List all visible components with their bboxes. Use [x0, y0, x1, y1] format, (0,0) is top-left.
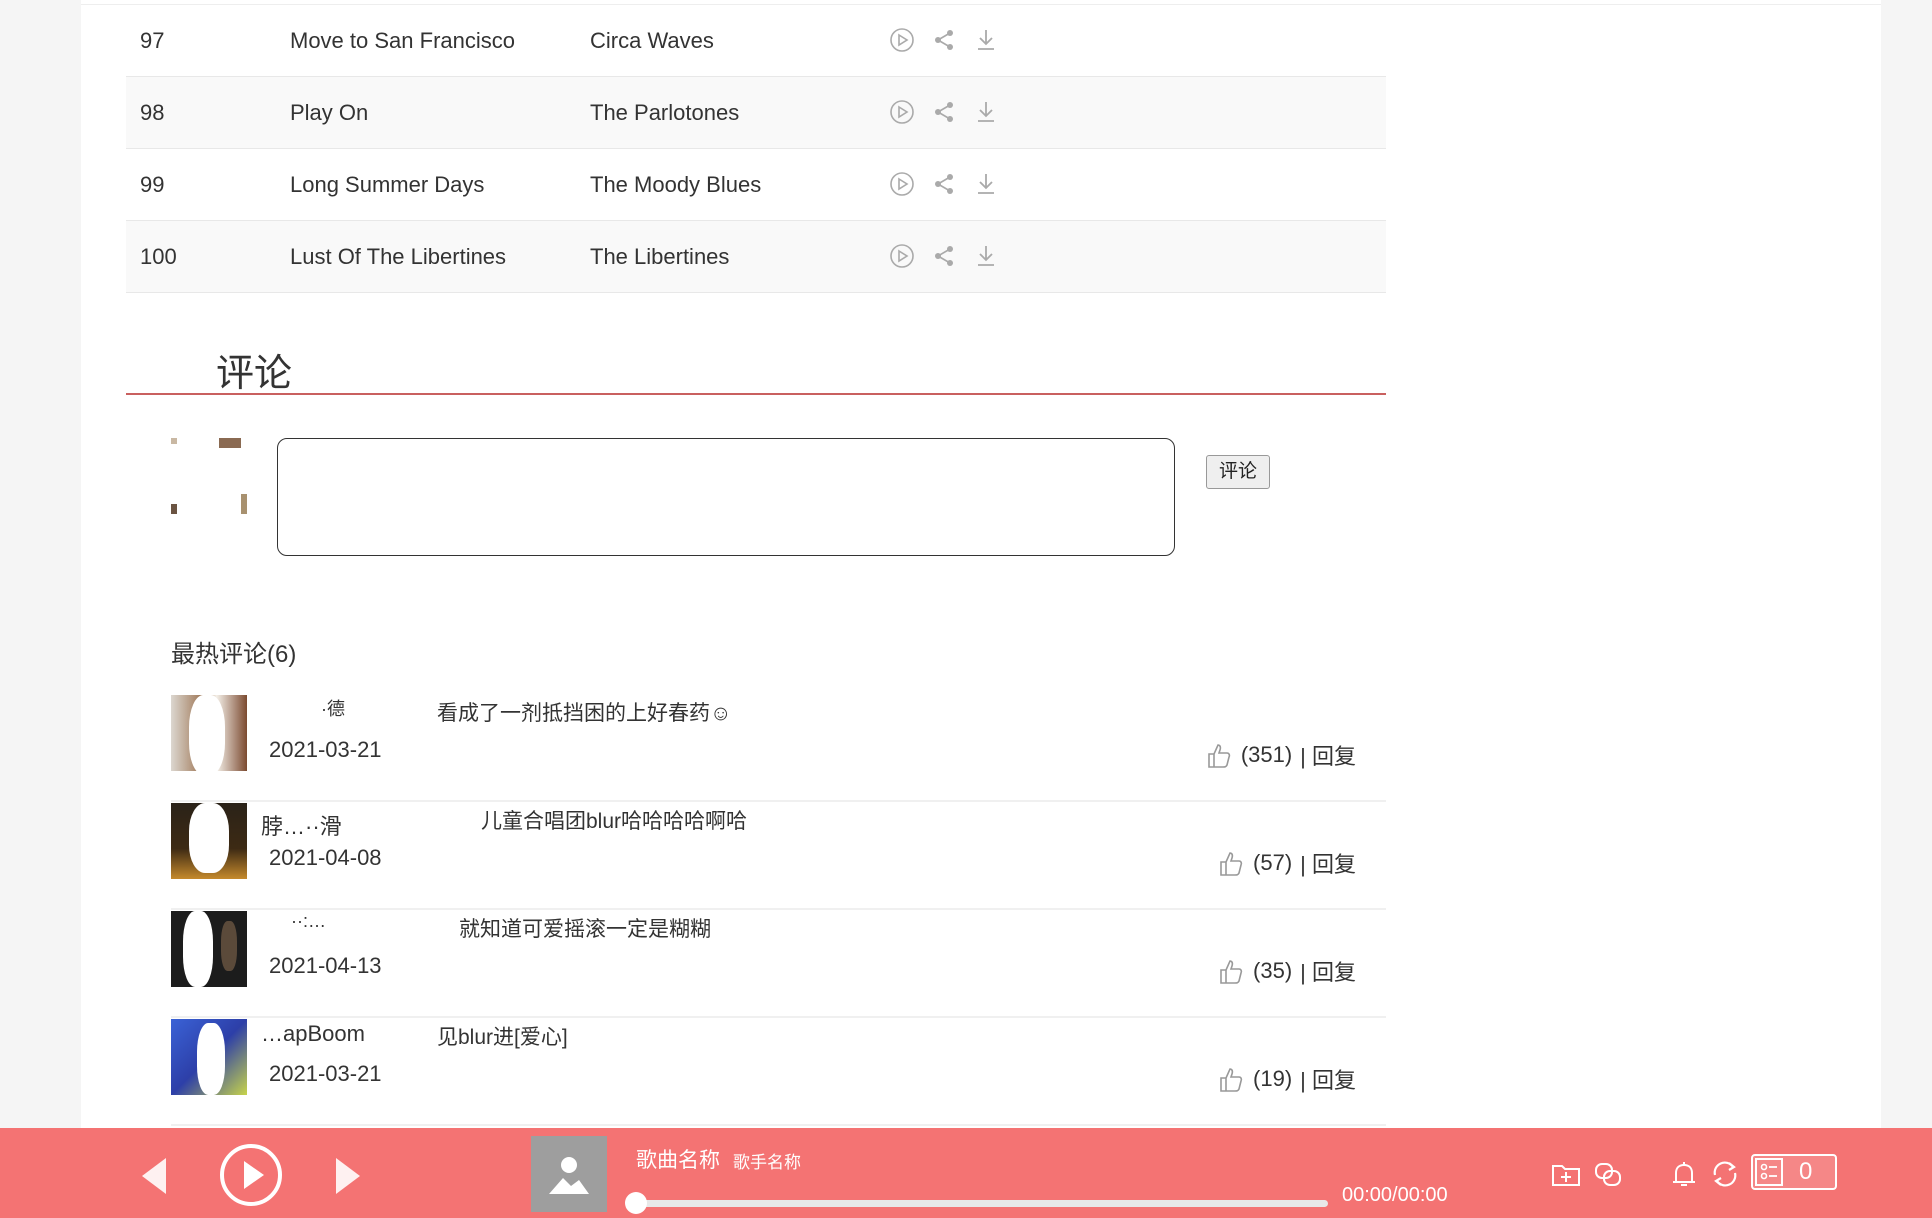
play-icon[interactable]: [889, 27, 915, 53]
comment-date: 2021-03-21: [269, 1061, 382, 1086]
comment-actions: (57) | 回复: [1217, 847, 1356, 879]
add-folder-icon[interactable]: [1550, 1158, 1582, 1190]
song-table: 97 Move to San Francisco Circa Waves 98 …: [126, 5, 1386, 293]
like-icon[interactable]: [1217, 1065, 1245, 1093]
song-title[interactable]: Play On: [290, 77, 368, 148]
like-count: (57): [1253, 850, 1293, 875]
download-icon[interactable]: [973, 243, 999, 269]
playlist-button[interactable]: 0: [1751, 1154, 1837, 1190]
like-icon[interactable]: [1217, 849, 1245, 877]
share-icon[interactable]: [931, 171, 957, 197]
song-actions: [889, 27, 999, 53]
playlist-icon: [1755, 1158, 1783, 1186]
commenter-avatar[interactable]: [171, 1019, 247, 1095]
next-track-icon[interactable]: [336, 1158, 360, 1194]
song-title[interactable]: Long Summer Days: [290, 149, 484, 220]
playback-time: 00:00/00:00: [1342, 1184, 1448, 1206]
like-count: (351): [1240, 742, 1293, 767]
playlist-count: 0: [1799, 1158, 1813, 1185]
commenter-avatar[interactable]: [171, 803, 247, 879]
comment-date: 2021-03-21: [269, 737, 382, 762]
table-row: 99 Long Summer Days The Moody Blues: [126, 149, 1386, 221]
comment-text: 儿童合唱团blur哈哈哈哈啊哈: [481, 810, 748, 833]
song-artist[interactable]: Circa Waves: [590, 5, 714, 76]
commenter-nickname[interactable]: …apBoom: [261, 1021, 365, 1047]
link-icon[interactable]: [1592, 1158, 1624, 1190]
reply-link[interactable]: | 回复: [1300, 1063, 1356, 1095]
commenter-nickname[interactable]: ··:…: [291, 911, 326, 932]
like-count: (35): [1253, 958, 1293, 983]
previous-track-icon[interactable]: [142, 1158, 166, 1194]
table-row: 97 Move to San Francisco Circa Waves: [126, 5, 1386, 77]
table-row: 100 Lust Of The Libertines The Libertine…: [126, 221, 1386, 293]
song-number: 100: [140, 244, 177, 269]
like-icon[interactable]: [1205, 741, 1233, 769]
comment-input[interactable]: [277, 438, 1175, 556]
play-icon[interactable]: [889, 99, 915, 125]
page-content: 97 Move to San Francisco Circa Waves 98 …: [81, 0, 1881, 1218]
progress-handle[interactable]: [625, 1192, 647, 1214]
comment-text: 就知道可爱摇滚一定是糊糊: [459, 918, 711, 941]
share-icon[interactable]: [931, 27, 957, 53]
album-cover-placeholder: [531, 1136, 607, 1212]
reply-link[interactable]: | 回复: [1300, 955, 1356, 987]
song-number: 97: [140, 28, 165, 53]
comment-item: 脖…··滑 儿童合唱团blur哈哈哈哈啊哈 2021-04-08 (57) | …: [171, 801, 1386, 910]
comment-section-title: 评论: [216, 353, 293, 395]
song-artist[interactable]: The Parlotones: [590, 77, 739, 148]
comment-submit-button[interactable]: 评论: [1206, 455, 1270, 489]
song-actions: [889, 171, 999, 197]
comment-text: 看成了一剂抵挡困的上好春药☺: [437, 702, 732, 725]
song-title[interactable]: Move to San Francisco: [290, 5, 515, 76]
song-title[interactable]: Lust Of The Libertines: [290, 221, 506, 292]
commenter-nickname[interactable]: 脖…··滑: [261, 809, 342, 841]
download-icon[interactable]: [973, 27, 999, 53]
song-actions: [889, 99, 999, 125]
song-number: 99: [140, 172, 165, 197]
current-user-avatar: [171, 438, 247, 514]
song-actions: [889, 243, 999, 269]
loop-icon[interactable]: [1709, 1158, 1741, 1190]
song-artist[interactable]: The Moody Blues: [590, 149, 761, 220]
share-icon[interactable]: [931, 243, 957, 269]
play-icon[interactable]: [889, 243, 915, 269]
song-artist[interactable]: The Libertines: [590, 221, 729, 292]
table-row: 98 Play On The Parlotones: [126, 77, 1386, 149]
play-button[interactable]: [220, 1144, 282, 1206]
commenter-avatar[interactable]: [171, 911, 247, 987]
commenter-avatar[interactable]: [171, 695, 247, 771]
song-number: 98: [140, 100, 165, 125]
like-icon[interactable]: [1217, 957, 1245, 985]
download-icon[interactable]: [973, 171, 999, 197]
share-icon[interactable]: [931, 99, 957, 125]
comment-actions: (35) | 回复: [1217, 955, 1356, 987]
comment-item: ··:… 就知道可爱摇滚一定是糊糊 2021-04-13 (35) | 回复: [171, 909, 1386, 1018]
comment-actions: (19) | 回复: [1217, 1063, 1356, 1095]
bell-icon[interactable]: [1668, 1158, 1700, 1190]
comment-actions: (351) | 回复: [1205, 739, 1356, 771]
player-bar: 歌曲名称 歌手名称 00:00/00:00 0: [0, 1128, 1932, 1218]
play-icon[interactable]: [889, 171, 915, 197]
comment-date: 2021-04-08: [269, 845, 382, 870]
reply-link[interactable]: | 回复: [1300, 739, 1356, 771]
reply-link[interactable]: | 回复: [1300, 847, 1356, 879]
comment-date: 2021-04-13: [269, 953, 382, 978]
comment-item: ·德 看成了一剂抵挡困的上好春药☺ 2021-03-21 (351) | 回复: [171, 693, 1386, 802]
comment-text: 见blur进[爱心]: [437, 1026, 568, 1049]
comment-section-header: 评论: [126, 338, 1386, 395]
comment-item: …apBoom 见blur进[爱心] 2021-03-21 (19) | 回复: [171, 1017, 1386, 1126]
like-count: (19): [1253, 1066, 1293, 1091]
hot-comments-title: 最热评论(6): [171, 641, 297, 668]
progress-track[interactable]: [635, 1200, 1328, 1207]
player-artist-name: 歌手名称: [733, 1153, 801, 1172]
player-song-name: 歌曲名称: [636, 1149, 720, 1172]
commenter-nickname[interactable]: ·德: [321, 695, 345, 721]
download-icon[interactable]: [973, 99, 999, 125]
